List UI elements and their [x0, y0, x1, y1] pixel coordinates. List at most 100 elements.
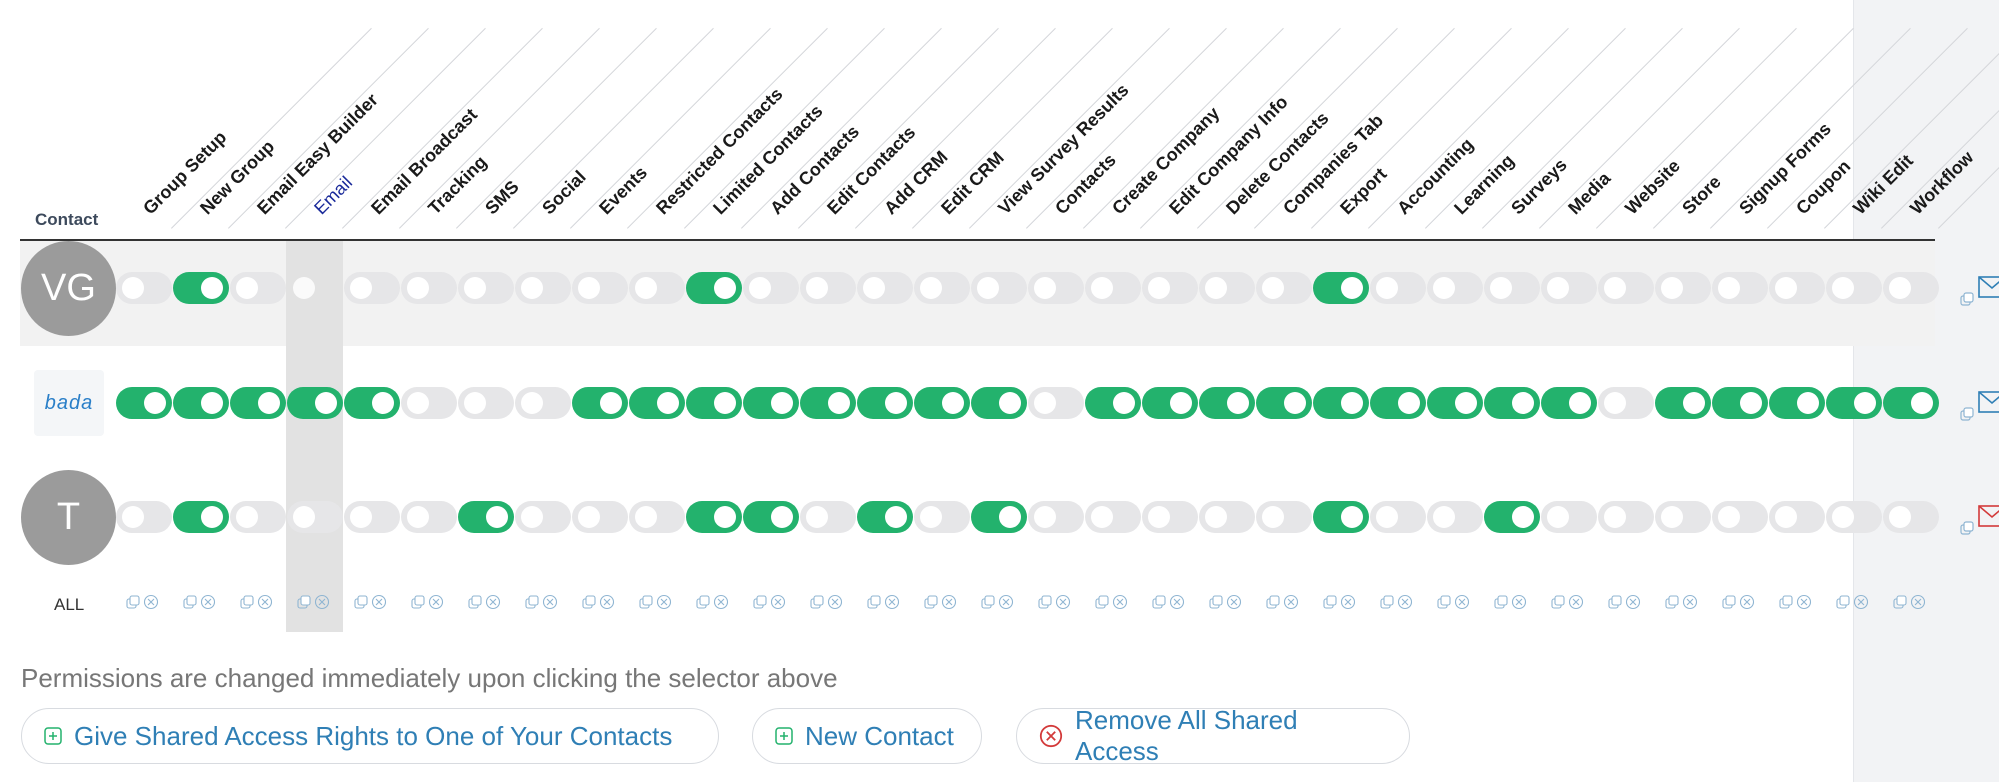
permission-toggle-contacts[interactable]: [1028, 387, 1084, 419]
permission-toggle-add-contacts[interactable]: [743, 501, 799, 533]
remove-all-shared-access-button[interactable]: Remove All Shared Access: [1016, 705, 1410, 766]
permission-toggle-wiki-edit[interactable]: [1826, 501, 1882, 533]
envelope-icon[interactable]: [1978, 391, 1999, 413]
permission-toggle-edit-crm[interactable]: [914, 387, 970, 419]
permission-toggle-sms[interactable]: [458, 501, 514, 533]
permission-toggle-events[interactable]: [572, 272, 628, 304]
all-column-controls-tracking[interactable]: [411, 594, 445, 610]
all-column-controls-edit-company-info[interactable]: [1152, 594, 1186, 610]
permission-toggle-email[interactable]: [287, 272, 343, 304]
permission-toggle-add-crm[interactable]: [857, 501, 913, 533]
permission-toggle-store[interactable]: [1655, 272, 1711, 304]
all-column-controls-new-group[interactable]: [183, 594, 217, 610]
new-contact-button[interactable]: New Contact: [752, 708, 982, 764]
permission-toggle-limited-contacts[interactable]: [686, 501, 742, 533]
all-column-controls-workflow[interactable]: [1893, 594, 1927, 610]
copy-row-icon[interactable]: [1960, 292, 1974, 306]
permission-toggle-email-easy-builder[interactable]: [230, 272, 286, 304]
permission-toggle-add-contacts[interactable]: [743, 272, 799, 304]
permission-toggle-media[interactable]: [1541, 387, 1597, 419]
permission-toggle-edit-contacts[interactable]: [800, 272, 856, 304]
permission-toggle-export[interactable]: [1313, 501, 1369, 533]
all-column-controls-surveys[interactable]: [1494, 594, 1528, 610]
all-column-controls-companies-tab[interactable]: [1266, 594, 1300, 610]
permission-toggle-coupon[interactable]: [1769, 501, 1825, 533]
permission-toggle-edit-company-info[interactable]: [1142, 501, 1198, 533]
permission-toggle-contacts[interactable]: [1028, 501, 1084, 533]
permission-toggle-signup-forms[interactable]: [1712, 387, 1768, 419]
permission-toggle-group-setup[interactable]: [116, 272, 172, 304]
permission-toggle-create-company[interactable]: [1085, 272, 1141, 304]
permission-toggle-edit-contacts[interactable]: [800, 387, 856, 419]
permission-toggle-tracking[interactable]: [401, 387, 457, 419]
permission-toggle-surveys[interactable]: [1484, 501, 1540, 533]
permission-toggle-tracking[interactable]: [401, 501, 457, 533]
envelope-icon[interactable]: [1978, 505, 1999, 527]
all-column-controls-export[interactable]: [1323, 594, 1357, 610]
permission-toggle-create-company[interactable]: [1085, 501, 1141, 533]
all-column-controls-accounting[interactable]: [1380, 594, 1414, 610]
permission-toggle-view-survey-results[interactable]: [971, 272, 1027, 304]
permission-toggle-limited-contacts[interactable]: [686, 387, 742, 419]
all-column-controls-delete-contacts[interactable]: [1209, 594, 1243, 610]
permission-toggle-social[interactable]: [515, 501, 571, 533]
permission-toggle-delete-contacts[interactable]: [1199, 272, 1255, 304]
all-column-controls-create-company[interactable]: [1095, 594, 1129, 610]
permission-toggle-add-crm[interactable]: [857, 272, 913, 304]
permission-toggle-restricted-contacts[interactable]: [629, 387, 685, 419]
avatar[interactable]: T: [21, 470, 116, 565]
all-column-controls-social[interactable]: [525, 594, 559, 610]
permission-toggle-store[interactable]: [1655, 501, 1711, 533]
permission-toggle-social[interactable]: [515, 272, 571, 304]
permission-toggle-limited-contacts[interactable]: [686, 272, 742, 304]
permission-toggle-new-group[interactable]: [173, 272, 229, 304]
permission-toggle-view-survey-results[interactable]: [971, 501, 1027, 533]
permission-toggle-surveys[interactable]: [1484, 272, 1540, 304]
permission-toggle-workflow[interactable]: [1883, 272, 1939, 304]
permission-toggle-export[interactable]: [1313, 387, 1369, 419]
permission-toggle-accounting[interactable]: [1370, 272, 1426, 304]
permission-toggle-workflow[interactable]: [1883, 501, 1939, 533]
all-column-controls-add-crm[interactable]: [867, 594, 901, 610]
all-column-controls-coupon[interactable]: [1779, 594, 1813, 610]
permission-toggle-edit-company-info[interactable]: [1142, 272, 1198, 304]
permission-toggle-website[interactable]: [1598, 387, 1654, 419]
permission-toggle-learning[interactable]: [1427, 501, 1483, 533]
permission-toggle-group-setup[interactable]: [116, 387, 172, 419]
all-column-controls-restricted-contacts[interactable]: [639, 594, 673, 610]
permission-toggle-edit-crm[interactable]: [914, 501, 970, 533]
permission-toggle-surveys[interactable]: [1484, 387, 1540, 419]
permission-toggle-sms[interactable]: [458, 272, 514, 304]
all-column-controls-website[interactable]: [1608, 594, 1642, 610]
permission-toggle-new-group[interactable]: [173, 387, 229, 419]
permission-toggle-create-company[interactable]: [1085, 387, 1141, 419]
permission-toggle-delete-contacts[interactable]: [1199, 387, 1255, 419]
permission-toggle-coupon[interactable]: [1769, 387, 1825, 419]
permission-toggle-sms[interactable]: [458, 387, 514, 419]
permission-toggle-restricted-contacts[interactable]: [629, 272, 685, 304]
permission-toggle-email-broadcast[interactable]: [344, 387, 400, 419]
permission-toggle-wiki-edit[interactable]: [1826, 272, 1882, 304]
permission-toggle-accounting[interactable]: [1370, 501, 1426, 533]
all-column-controls-wiki-edit[interactable]: [1836, 594, 1870, 610]
permission-toggle-learning[interactable]: [1427, 272, 1483, 304]
envelope-icon[interactable]: [1978, 276, 1999, 298]
all-column-controls-store[interactable]: [1665, 594, 1699, 610]
permission-toggle-tracking[interactable]: [401, 272, 457, 304]
permission-toggle-group-setup[interactable]: [116, 501, 172, 533]
all-column-controls-limited-contacts[interactable]: [696, 594, 730, 610]
company-logo[interactable]: bada: [34, 370, 104, 436]
all-column-controls-email[interactable]: [297, 594, 331, 610]
permission-toggle-view-survey-results[interactable]: [971, 387, 1027, 419]
permission-toggle-email-easy-builder[interactable]: [230, 387, 286, 419]
permission-toggle-events[interactable]: [572, 501, 628, 533]
all-column-controls-events[interactable]: [582, 594, 616, 610]
permission-toggle-events[interactable]: [572, 387, 628, 419]
permission-toggle-companies-tab[interactable]: [1256, 387, 1312, 419]
permission-toggle-edit-contacts[interactable]: [800, 501, 856, 533]
permission-toggle-email[interactable]: [287, 387, 343, 419]
permission-toggle-coupon[interactable]: [1769, 272, 1825, 304]
all-column-controls-add-contacts[interactable]: [753, 594, 787, 610]
all-column-controls-email-easy-builder[interactable]: [240, 594, 274, 610]
permission-toggle-companies-tab[interactable]: [1256, 272, 1312, 304]
